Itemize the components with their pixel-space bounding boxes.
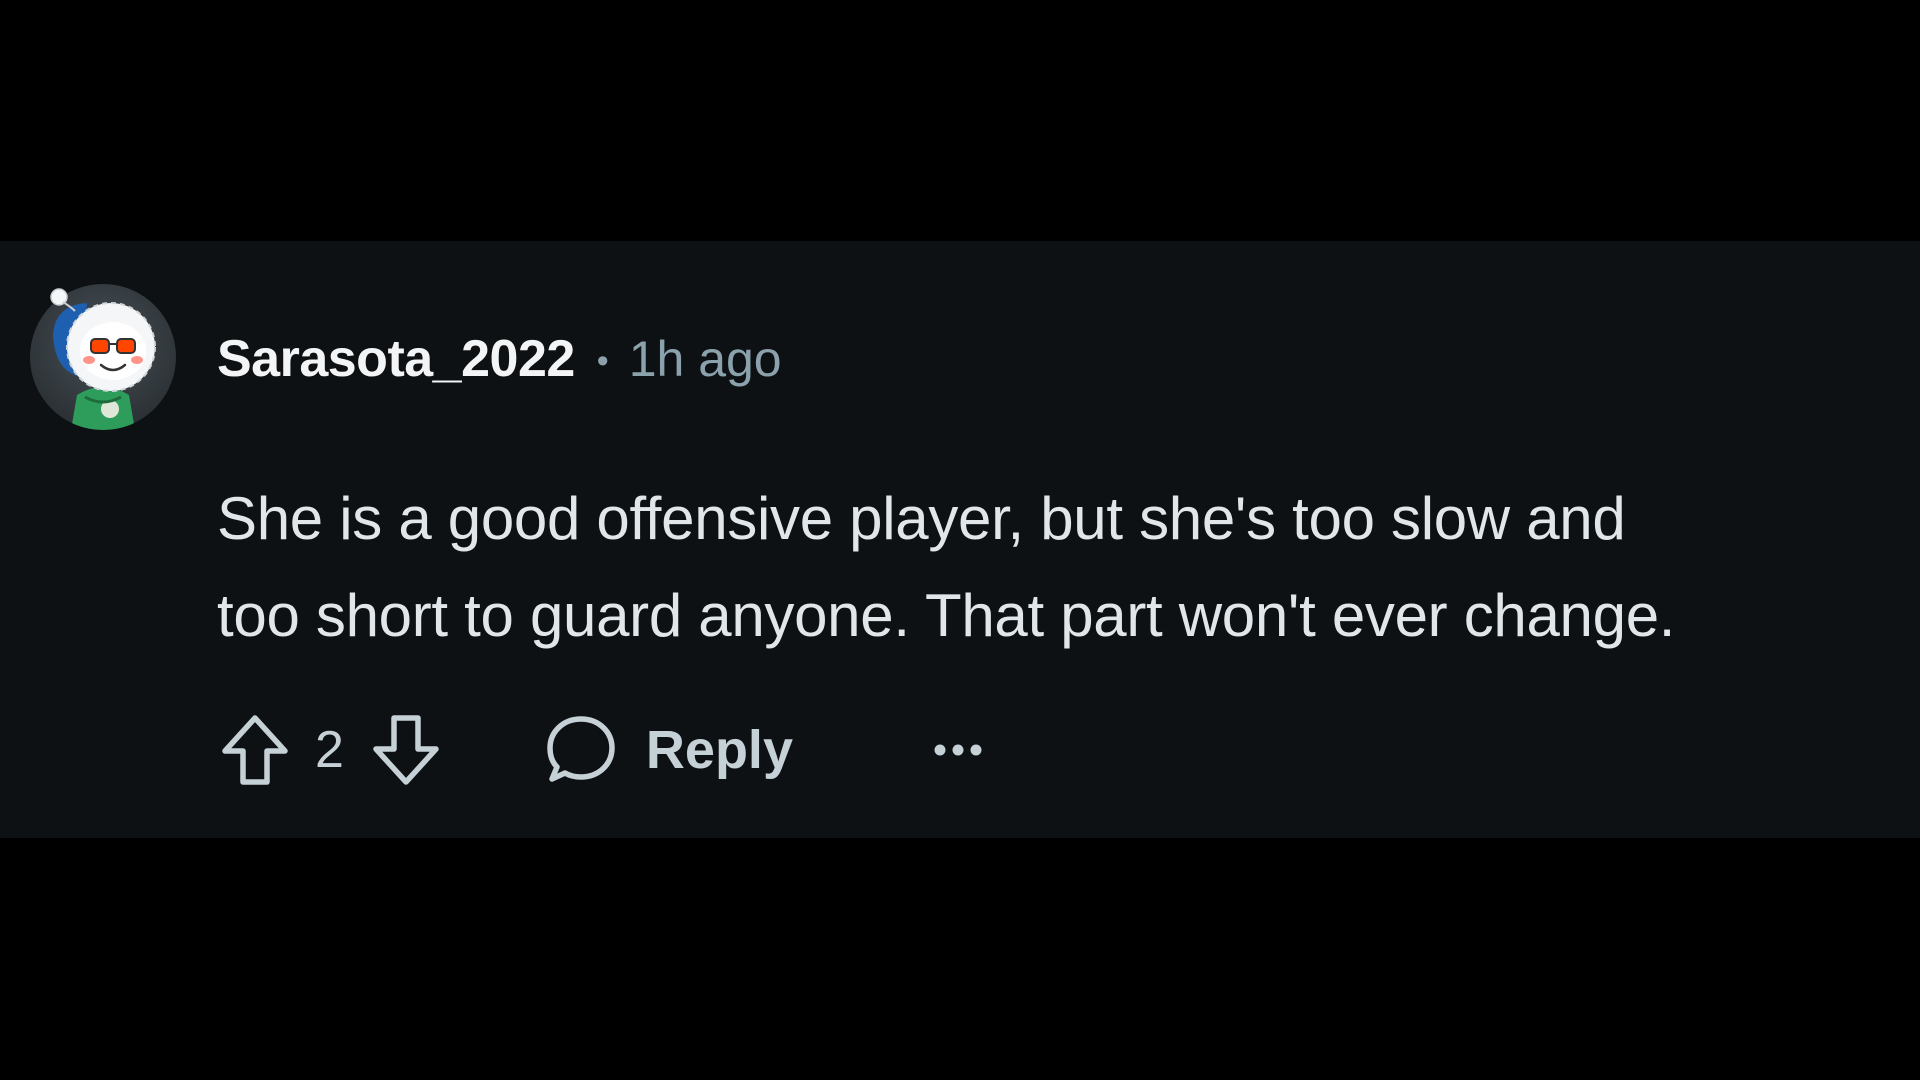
comment-actions: 2 Reply bbox=[217, 705, 988, 795]
upvote-arrow-icon bbox=[222, 715, 288, 785]
username-link[interactable]: Sarasota_2022 bbox=[217, 329, 575, 389]
vote-count: 2 bbox=[315, 721, 344, 779]
meta-separator: • bbox=[596, 341, 609, 380]
downvote-button[interactable] bbox=[368, 705, 444, 795]
comment-body: She is a good offensive player, but she'… bbox=[217, 470, 1897, 664]
more-options-button[interactable] bbox=[928, 720, 988, 780]
downvote-arrow-icon bbox=[373, 715, 439, 785]
comment-meta: Sarasota_2022 • 1h ago bbox=[217, 324, 782, 394]
upvote-button[interactable] bbox=[217, 705, 293, 795]
reply-label: Reply bbox=[645, 720, 793, 780]
snoo-avatar-icon bbox=[30, 284, 176, 430]
reply-button[interactable]: Reply bbox=[544, 713, 793, 787]
timestamp[interactable]: 1h ago bbox=[629, 330, 782, 388]
comment-body-line: She is a good offensive player, but she'… bbox=[217, 485, 1626, 552]
ellipsis-icon bbox=[934, 744, 982, 756]
user-avatar[interactable] bbox=[25, 277, 178, 430]
comment-body-line: too short to guard anyone. That part won… bbox=[217, 582, 1676, 649]
speech-bubble-icon bbox=[547, 716, 615, 782]
